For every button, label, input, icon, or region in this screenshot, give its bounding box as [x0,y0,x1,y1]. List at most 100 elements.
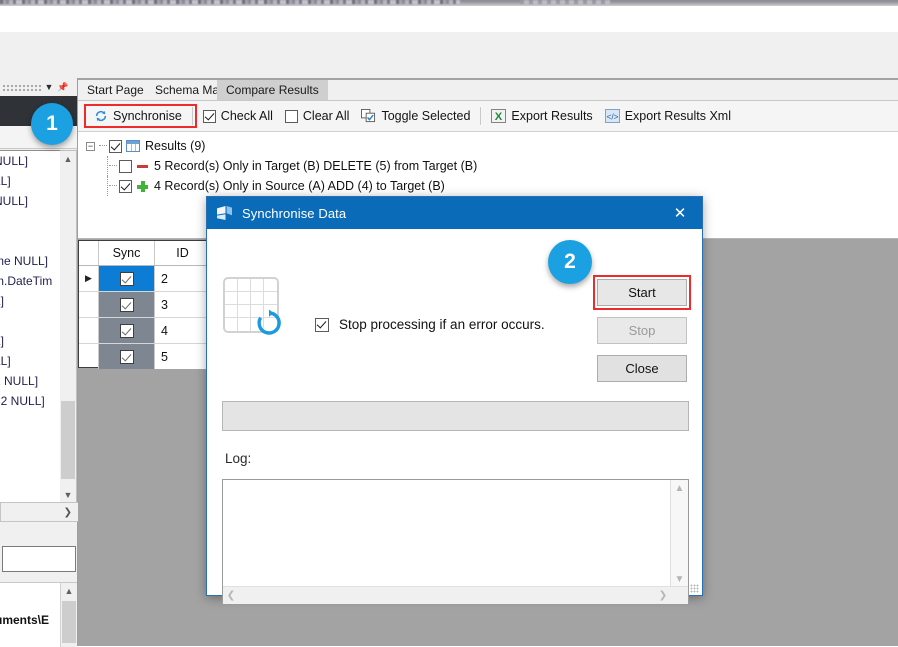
log-textarea[interactable]: ▲ ▼ ❮ ❯ [222,479,689,605]
left-panel-text-input[interactable] [2,546,76,572]
root-checkbox[interactable] [109,139,122,153]
stop-on-error-checkbox[interactable] [315,317,329,332]
table-row[interactable]: ▶ 2 [79,266,212,292]
grid-header-id[interactable]: ID [155,241,210,265]
export-results-xml-label: Export Results Xml [624,109,731,123]
chevron-right-icon[interactable]: ❯ [655,587,671,604]
tab-strip: Start Page Schema Map Compare Results [78,80,898,100]
grid-header-sync[interactable]: Sync [99,241,155,265]
blurred-toolbar-icons [0,0,460,4]
check-all-button[interactable]: Check All [197,105,279,127]
progress-bar [222,401,689,431]
tree-row[interactable]: 4 Record(s) Only in Source (A) ADD (4) t… [78,176,898,196]
toggle-selected-label: Toggle Selected [381,109,471,123]
tree-connector [99,145,107,147]
check-all-checkbox-icon[interactable] [202,109,216,123]
tree-root-label: Results (9) [145,139,206,153]
chevron-left-icon[interactable]: ❮ [223,587,239,604]
left-panel-code-list[interactable]: NULL] LL] NULL] me NULL] m.DateTim L] L]… [0,150,61,504]
chevron-right-icon[interactable]: ❯ [64,507,72,518]
toolbar-separator [480,107,482,125]
list-item: L] [0,294,5,308]
log-horizontal-scrollbar[interactable]: ❮ ❯ [223,586,688,604]
scrollbar-thumb[interactable] [62,601,76,643]
row-id-cell[interactable]: 4 [155,318,210,343]
chevron-up-icon[interactable]: ▲ [671,480,688,496]
collapse-expander-icon[interactable]: − [86,141,95,151]
clear-all-label: Clear All [302,109,350,123]
dialog-title: Synchronise Data [242,205,347,221]
panel-drag-grip[interactable] [2,82,42,92]
left-panel-vertical-scrollbar[interactable]: ▲ ▼ [60,150,77,504]
grid-header-row: Sync ID [79,241,212,266]
clear-all-button[interactable]: Clear All [279,105,356,127]
table-row[interactable]: 5 [79,344,212,369]
chevron-down-icon[interactable]: ▼ [42,79,56,95]
tree-root-row[interactable]: − Results (9) [78,132,898,156]
row-indicator [79,292,99,317]
log-vertical-scrollbar[interactable]: ▲ ▼ [670,480,688,587]
list-gap [0,211,60,231]
list-item: me NULL] [0,254,49,268]
list-item: LL] [0,174,11,188]
table-row[interactable]: 4 [79,318,212,344]
upper-white-area [0,6,898,32]
close-button[interactable]: Close [597,355,687,382]
row-id-cell[interactable]: 2 [155,266,210,291]
row-sync-cell[interactable] [99,344,155,369]
sync-checkbox-icon[interactable] [119,271,134,286]
list-item: 2 NULL] [0,374,39,388]
pin-icon[interactable]: 📌 [56,79,70,95]
sync-checkbox-icon[interactable] [119,297,134,312]
tree-connector [109,185,117,187]
sync-checkbox-icon[interactable] [119,349,134,364]
sync-checkbox-icon[interactable] [119,323,134,338]
row-sync-cell[interactable] [99,318,155,343]
close-icon[interactable]: ✕ [658,197,702,229]
list-gap [0,311,60,331]
bottom-list-scrollbar[interactable]: ▲ [60,583,77,647]
toggle-selected-button[interactable]: Toggle Selected [355,105,476,127]
tree-row-label: 5 Record(s) Only in Target (B) DELETE (5… [154,159,478,173]
callout-badge-1: 1 [31,103,73,145]
chevron-down-icon[interactable]: ▼ [671,571,688,587]
export-results-label: Export Results [511,109,593,123]
delete-row-checkbox[interactable] [119,159,132,173]
synchronise-data-dialog: Synchronise Data ✕ Stop processing if an… [206,196,703,605]
tree-row[interactable]: 5 Record(s) Only in Target (B) DELETE (5… [78,156,898,176]
left-panel-horizontal-scrollbar[interactable]: ❯ [0,502,79,522]
chevron-up-icon[interactable]: ▲ [60,151,76,167]
start-highlight-box [593,275,691,310]
row-id-cell[interactable]: 3 [155,292,210,317]
scrollbar-thumb[interactable] [61,401,75,479]
chevron-up-icon[interactable]: ▲ [61,583,77,599]
row-sync-cell[interactable] [99,266,155,291]
sync-data-grid[interactable]: Sync ID ▶ 2 3 4 5 [78,240,213,369]
list-gap [0,231,60,251]
dialog-titlebar[interactable]: Synchronise Data ✕ [207,197,702,229]
add-plus-icon [137,180,148,192]
stop-on-error-label: Stop processing if an error occurs. [339,317,545,332]
tab-start-page[interactable]: Start Page [78,80,153,100]
chevron-down-icon[interactable]: ▼ [60,487,76,503]
left-panel-bottom-list[interactable]: ▲ uments\E [0,582,77,647]
export-results-xml-button[interactable]: </> Export Results Xml [599,105,737,127]
add-row-checkbox[interactable] [119,179,132,193]
tree-row-label: 4 Record(s) Only in Source (A) ADD (4) t… [154,179,445,193]
resize-grip-icon[interactable] [690,584,699,593]
stop-on-error-option[interactable]: Stop processing if an error occurs. [315,317,545,332]
table-row[interactable]: 3 [79,292,212,318]
row-sync-cell[interactable] [99,292,155,317]
tree-connector [109,165,117,167]
upper-gray-area [0,32,898,78]
list-item: m.DateTim [0,274,53,288]
results-toolbar: Synchronise Check All Clear All Toggle S… [78,101,898,132]
tab-compare-results[interactable]: Compare Results [217,80,328,100]
list-item: L] [0,334,5,348]
grid-header-indicator [79,241,99,265]
row-id-cell[interactable]: 5 [155,344,210,369]
left-panel-titlebar: ▼ 📌 [0,78,77,96]
export-results-button[interactable]: X Export Results [485,105,598,127]
row-indicator [79,344,99,369]
clear-all-checkbox-icon[interactable] [284,109,298,123]
